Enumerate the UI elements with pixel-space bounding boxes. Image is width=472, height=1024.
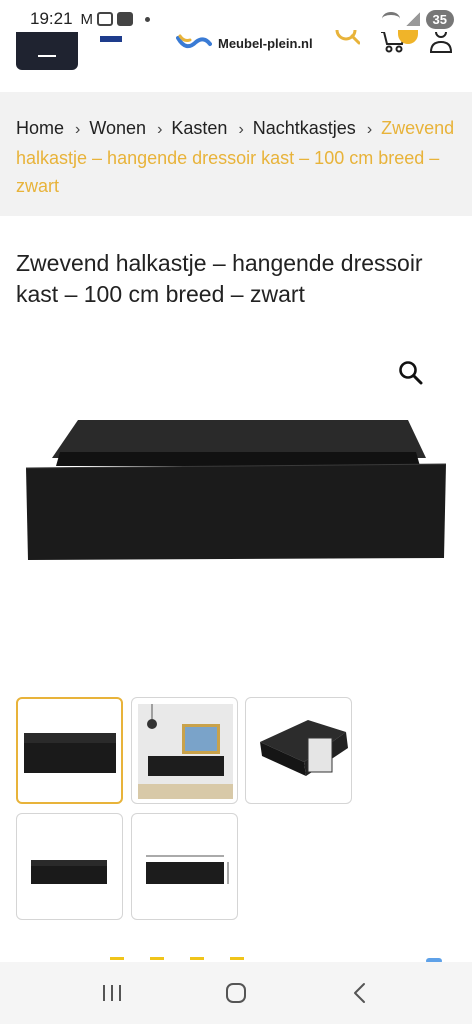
recent-apps-button[interactable] (95, 976, 129, 1010)
chevron-right-icon: › (75, 121, 81, 138)
rating-stars (110, 950, 244, 960)
product-title: Zwevend halkastje – hangende dressoir ka… (16, 250, 423, 307)
back-icon (354, 983, 365, 1003)
search-icon[interactable] (334, 30, 360, 56)
status-right: 35 (381, 9, 454, 29)
logo-text: Meubel-plein.nl (218, 35, 313, 51)
more-notifications-icon (145, 16, 151, 22)
breadcrumb-area: Home › Wonen › Kasten › Nachtkastjes › Zwevend h… (0, 92, 472, 216)
hamburger-icon (38, 55, 56, 57)
recent-apps-icon (103, 985, 121, 1001)
logo-mark-icon (176, 34, 212, 49)
youtube-icon (117, 12, 134, 26)
page: 19:21 M 35 Meubel-plein.nl Home › Wonen … (0, 0, 472, 1024)
chevron-right-icon: › (366, 121, 373, 138)
breadcrumb-item-home[interactable]: Home (16, 118, 64, 138)
home-button[interactable] (219, 976, 253, 1010)
menu-button[interactable] (16, 32, 78, 70)
thumbnail-1[interactable] (16, 697, 123, 804)
mail-icon: M (80, 10, 94, 28)
signal-icon (405, 12, 420, 26)
wifi-icon (381, 12, 400, 26)
breadcrumb-item-nachtkastjes[interactable]: Nachtkastjes (253, 118, 356, 138)
star-icon (190, 950, 204, 960)
breadcrumb: Home › Wonen › Kasten › Nachtkastjes › Zwevend h… (16, 114, 456, 200)
star-icon (150, 950, 164, 960)
battery-indicator: 35 (425, 9, 454, 29)
status-time: 19:21 (30, 9, 73, 28)
chevron-right-icon: › (238, 121, 244, 138)
thumbnail-2[interactable] (131, 697, 238, 804)
site-logo[interactable]: Meubel-plein.nl (176, 34, 313, 52)
user-icon[interactable] (428, 32, 454, 54)
thumbnail-4[interactable] (16, 813, 123, 920)
cart-count-badge (398, 30, 418, 44)
site-header: Meubel-plein.nl (0, 30, 472, 92)
star-icon (110, 950, 124, 960)
star-icon (230, 950, 244, 960)
system-navigation-bar (0, 962, 472, 1024)
back-button[interactable] (343, 976, 377, 1010)
chevron-right-icon: › (157, 121, 163, 138)
gallery-icon (97, 12, 114, 26)
thumbnail-5[interactable] (131, 813, 238, 920)
breadcrumb-item-kasten[interactable]: Kasten (171, 118, 227, 138)
breadcrumb-current: Zwevend halkastje – hangende dressoir ka… (16, 118, 455, 196)
breadcrumb-item-wonen[interactable]: Wonen (89, 118, 146, 138)
cabinet-illustration (16, 340, 456, 670)
notification-icons: M (81, 11, 151, 28)
home-icon (226, 983, 246, 1003)
product-main-image[interactable] (16, 340, 456, 670)
zoom-icon[interactable] (398, 360, 424, 386)
thumbnail-3[interactable] (245, 697, 352, 804)
language-flag-icon[interactable] (100, 36, 122, 42)
